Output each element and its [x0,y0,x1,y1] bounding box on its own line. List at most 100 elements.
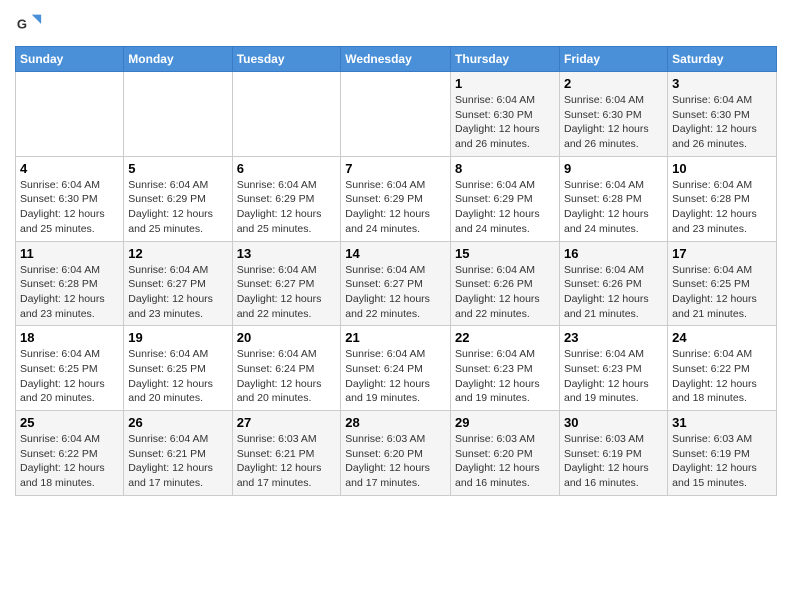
calendar-cell [16,72,124,157]
day-info: Sunrise: 6:04 AM Sunset: 6:27 PM Dayligh… [345,263,446,322]
day-info: Sunrise: 6:03 AM Sunset: 6:20 PM Dayligh… [455,432,555,491]
day-info: Sunrise: 6:04 AM Sunset: 6:28 PM Dayligh… [564,178,663,237]
day-number: 11 [20,246,119,261]
day-info: Sunrise: 6:04 AM Sunset: 6:30 PM Dayligh… [455,93,555,152]
day-info: Sunrise: 6:03 AM Sunset: 6:20 PM Dayligh… [345,432,446,491]
day-info: Sunrise: 6:04 AM Sunset: 6:29 PM Dayligh… [345,178,446,237]
day-number: 24 [672,330,772,345]
day-info: Sunrise: 6:04 AM Sunset: 6:28 PM Dayligh… [20,263,119,322]
day-info: Sunrise: 6:04 AM Sunset: 6:21 PM Dayligh… [128,432,227,491]
day-number: 30 [564,415,663,430]
calendar-cell: 12Sunrise: 6:04 AM Sunset: 6:27 PM Dayli… [124,241,232,326]
calendar-cell: 22 Sunrise: 6:04 AM Sunset: 6:23 PM Dayli… [451,326,560,411]
calendar-cell [341,72,451,157]
day-info: Sunrise: 6:04 AM Sunset: 6:30 PM Dayligh… [564,93,663,152]
calendar-cell: 3 Sunrise: 6:04 AM Sunset: 6:30 PM Daylig… [668,72,777,157]
day-number: 20 [237,330,337,345]
calendar-cell: 26 Sunrise: 6:04 AM Sunset: 6:21 PM Dayli… [124,411,232,496]
calendar-cell: 2Sunrise: 6:04 AM Sunset: 6:30 PM Daylig… [560,72,668,157]
calendar-cell: 27 Sunrise: 6:03 AM Sunset: 6:21 PM Dayli… [232,411,341,496]
day-number: 19 [128,330,227,345]
day-info: Sunrise: 6:04 AM Sunset: 6:29 PM Dayligh… [455,178,555,237]
day-number: 5 [128,161,227,176]
day-info: Sunrise: 6:04 AM Sunset: 6:22 PM Dayligh… [20,432,119,491]
calendar-cell: 28 Sunrise: 6:03 AM Sunset: 6:20 PM Dayli… [341,411,451,496]
day-number: 26 [128,415,227,430]
calendar-header-row: SundayMondayTuesdayWednesdayThursdayFrid… [16,47,777,72]
logo-icon: G [15,10,43,38]
day-info: Sunrise: 6:04 AM Sunset: 6:25 PM Dayligh… [128,347,227,406]
day-info: Sunrise: 6:04 AM Sunset: 6:30 PM Dayligh… [20,178,119,237]
calendar-cell [232,72,341,157]
calendar-cell: 8 Sunrise: 6:04 AM Sunset: 6:29 PM Daylig… [451,156,560,241]
calendar-cell: 14 Sunrise: 6:04 AM Sunset: 6:27 PM Dayli… [341,241,451,326]
day-number: 7 [345,161,446,176]
calendar-cell: 20Sunrise: 6:04 AM Sunset: 6:24 PM Dayli… [232,326,341,411]
calendar-cell: 30 Sunrise: 6:03 AM Sunset: 6:19 PM Dayli… [560,411,668,496]
svg-text:G: G [17,17,27,32]
day-info: Sunrise: 6:04 AM Sunset: 6:25 PM Dayligh… [20,347,119,406]
day-info: Sunrise: 6:04 AM Sunset: 6:23 PM Dayligh… [455,347,555,406]
calendar-cell [124,72,232,157]
day-info: Sunrise: 6:04 AM Sunset: 6:25 PM Dayligh… [672,263,772,322]
day-number: 23 [564,330,663,345]
header-wednesday: Wednesday [341,47,451,72]
day-number: 1 [455,76,555,91]
day-number: 14 [345,246,446,261]
day-number: 9 [564,161,663,176]
calendar-cell: 18 Sunrise: 6:04 AM Sunset: 6:25 PM Dayli… [16,326,124,411]
day-number: 15 [455,246,555,261]
day-number: 8 [455,161,555,176]
day-number: 16 [564,246,663,261]
day-number: 22 [455,330,555,345]
calendar-cell: 4 Sunrise: 6:04 AM Sunset: 6:30 PM Daylig… [16,156,124,241]
header-thursday: Thursday [451,47,560,72]
day-info: Sunrise: 6:04 AM Sunset: 6:30 PM Dayligh… [672,93,772,152]
calendar-cell: 23 Sunrise: 6:04 AM Sunset: 6:23 PM Dayli… [560,326,668,411]
day-info: Sunrise: 6:04 AM Sunset: 6:29 PM Dayligh… [128,178,227,237]
calendar-cell: 5 Sunrise: 6:04 AM Sunset: 6:29 PM Daylig… [124,156,232,241]
day-number: 28 [345,415,446,430]
day-number: 13 [237,246,337,261]
day-number: 27 [237,415,337,430]
calendar-cell: 16 Sunrise: 6:04 AM Sunset: 6:26 PM Dayli… [560,241,668,326]
calendar-week-0: 1 Sunrise: 6:04 AM Sunset: 6:30 PM Daylig… [16,72,777,157]
day-info: Sunrise: 6:03 AM Sunset: 6:19 PM Dayligh… [672,432,772,491]
calendar-cell: 6Sunrise: 6:04 AM Sunset: 6:29 PM Daylig… [232,156,341,241]
calendar-week-4: 25Sunrise: 6:04 AM Sunset: 6:22 PM Dayli… [16,411,777,496]
day-info: Sunrise: 6:04 AM Sunset: 6:24 PM Dayligh… [345,347,446,406]
calendar-cell: 15Sunrise: 6:04 AM Sunset: 6:26 PM Dayli… [451,241,560,326]
day-info: Sunrise: 6:04 AM Sunset: 6:26 PM Dayligh… [564,263,663,322]
day-info: Sunrise: 6:04 AM Sunset: 6:28 PM Dayligh… [672,178,772,237]
calendar-week-1: 4 Sunrise: 6:04 AM Sunset: 6:30 PM Daylig… [16,156,777,241]
header-monday: Monday [124,47,232,72]
calendar-cell: 9 Sunrise: 6:04 AM Sunset: 6:28 PM Daylig… [560,156,668,241]
day-number: 3 [672,76,772,91]
header-friday: Friday [560,47,668,72]
day-info: Sunrise: 6:03 AM Sunset: 6:19 PM Dayligh… [564,432,663,491]
calendar-cell: 11 Sunrise: 6:04 AM Sunset: 6:28 PM Dayli… [16,241,124,326]
header-saturday: Saturday [668,47,777,72]
calendar-week-2: 11 Sunrise: 6:04 AM Sunset: 6:28 PM Dayli… [16,241,777,326]
day-number: 18 [20,330,119,345]
calendar-cell: 1 Sunrise: 6:04 AM Sunset: 6:30 PM Daylig… [451,72,560,157]
calendar-cell: 17Sunrise: 6:04 AM Sunset: 6:25 PM Dayli… [668,241,777,326]
calendar-cell: 31 Sunrise: 6:03 AM Sunset: 6:19 PM Dayli… [668,411,777,496]
header-sunday: Sunday [16,47,124,72]
header-tuesday: Tuesday [232,47,341,72]
day-number: 29 [455,415,555,430]
day-info: Sunrise: 6:04 AM Sunset: 6:27 PM Dayligh… [237,263,337,322]
calendar-cell: 10 Sunrise: 6:04 AM Sunset: 6:28 PM Dayli… [668,156,777,241]
day-info: Sunrise: 6:04 AM Sunset: 6:29 PM Dayligh… [237,178,337,237]
day-number: 31 [672,415,772,430]
day-number: 10 [672,161,772,176]
calendar-cell: 24Sunrise: 6:04 AM Sunset: 6:22 PM Dayli… [668,326,777,411]
day-info: Sunrise: 6:03 AM Sunset: 6:21 PM Dayligh… [237,432,337,491]
calendar-cell: 7 Sunrise: 6:04 AM Sunset: 6:29 PM Daylig… [341,156,451,241]
calendar-cell: 25Sunrise: 6:04 AM Sunset: 6:22 PM Dayli… [16,411,124,496]
page-header: G [15,10,777,38]
day-number: 4 [20,161,119,176]
calendar-body: 1 Sunrise: 6:04 AM Sunset: 6:30 PM Daylig… [16,72,777,496]
calendar-cell: 21Sunrise: 6:04 AM Sunset: 6:24 PM Dayli… [341,326,451,411]
day-info: Sunrise: 6:04 AM Sunset: 6:23 PM Dayligh… [564,347,663,406]
